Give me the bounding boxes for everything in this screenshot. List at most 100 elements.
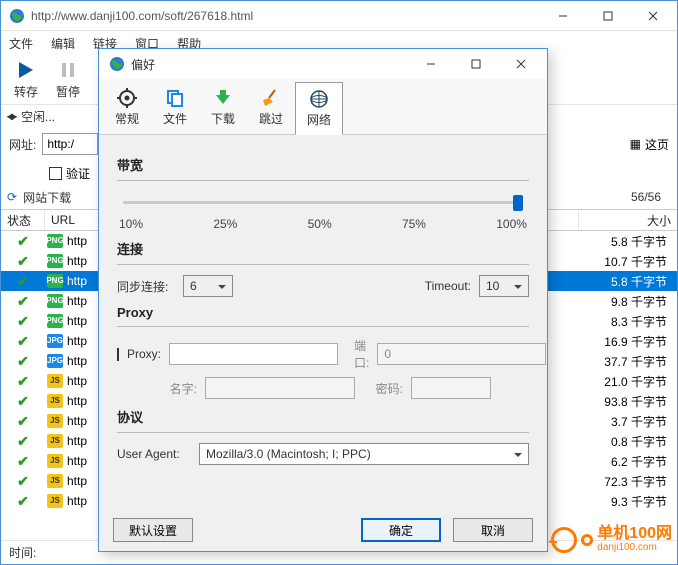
watermark-brand: 单机100网 <box>597 526 672 542</box>
col-status[interactable]: 状态 <box>1 210 45 230</box>
timeout-label: Timeout: <box>425 279 471 293</box>
col-size[interactable]: 大小 <box>579 210 677 230</box>
cancel-button[interactable]: 取消 <box>453 518 533 542</box>
tab-file[interactable]: 文件 <box>151 81 199 134</box>
dialog-minimize-button[interactable] <box>408 50 453 79</box>
status-cell: ✔ <box>1 493 45 510</box>
sync-select[interactable]: 6 <box>183 275 233 297</box>
check-icon: ✔ <box>17 493 29 510</box>
watermark: 单机100网 danji100.com <box>551 526 672 553</box>
tab-general[interactable]: 常规 <box>103 81 151 134</box>
status-cell: ✔ <box>1 273 45 290</box>
dialog-maximize-button[interactable] <box>453 50 498 79</box>
close-button[interactable] <box>630 1 675 30</box>
status-cell: ✔ <box>1 293 45 310</box>
png-icon: PNG <box>47 234 63 248</box>
tab-network-label: 网络 <box>307 111 331 128</box>
main-titlebar: http://www.danji100.com/soft/267618.html <box>1 1 677 31</box>
status-cell: ✔ <box>1 473 45 490</box>
defaults-button[interactable]: 默认设置 <box>113 518 193 542</box>
status-cell: ✔ <box>1 453 45 470</box>
size-cell: 3.7 千字节 <box>579 413 677 430</box>
png-icon: PNG <box>47 254 63 268</box>
globe-icon <box>9 8 25 24</box>
size-cell: 9.3 千字节 <box>579 493 677 510</box>
refresh-icon[interactable]: ⟳ <box>7 190 17 204</box>
watermark-domain: danji100.com <box>597 542 672 553</box>
proxy-checkbox[interactable] <box>117 348 119 361</box>
size-cell: 5.8 千字节 <box>579 233 677 250</box>
menu-edit[interactable]: 编辑 <box>51 35 75 52</box>
ok-button[interactable]: 确定 <box>361 518 441 542</box>
js-icon: JS <box>47 374 63 388</box>
bandwidth-slider[interactable] <box>123 191 523 215</box>
size-cell: 72.3 千字节 <box>579 473 677 490</box>
check-icon: ✔ <box>17 453 29 470</box>
js-icon: JS <box>47 454 63 468</box>
address-label: 网址: <box>9 136 36 153</box>
js-icon: JS <box>47 414 63 428</box>
check-icon: ✔ <box>17 413 29 430</box>
tab-skip[interactable]: 跳过 <box>247 81 295 134</box>
gear-icon <box>117 88 137 108</box>
size-cell: 5.8 千字节 <box>579 273 677 290</box>
status-cell: ✔ <box>1 253 45 270</box>
url-text: http <box>67 474 87 488</box>
pause-button[interactable]: 暂停 <box>49 59 87 100</box>
preferences-dialog: 偏好 常规 文件 下载 跳过 网络 带宽 <box>98 48 548 552</box>
slider-label-100: 100% <box>496 217 527 231</box>
url-text: http <box>67 234 87 248</box>
url-text: http <box>67 314 87 328</box>
download-icon <box>213 88 233 108</box>
dialog-titlebar: 偏好 <box>99 49 547 79</box>
save-button[interactable]: 转存 <box>7 59 45 100</box>
connection-title: 连接 <box>117 239 529 258</box>
verify-checkbox[interactable] <box>49 167 62 180</box>
globe-icon <box>109 56 125 72</box>
tab-skip-label: 跳过 <box>259 110 283 127</box>
save-label: 转存 <box>14 83 38 100</box>
expand-icon[interactable]: ◂▸ <box>7 109 15 123</box>
png-icon: PNG <box>47 294 63 308</box>
proxy-pass-input[interactable] <box>411 377 491 399</box>
size-cell: 21.0 千字节 <box>579 373 677 390</box>
minimize-button[interactable] <box>540 1 585 30</box>
menu-file[interactable]: 文件 <box>9 35 33 52</box>
status-cell: ✔ <box>1 333 45 350</box>
address-input[interactable] <box>42 133 98 155</box>
tab-network[interactable]: 网络 <box>295 82 343 135</box>
proxy-port-input[interactable] <box>377 343 546 365</box>
proxy-name-input[interactable] <box>205 377 355 399</box>
slider-label-75: 75% <box>402 217 426 231</box>
size-cell: 8.3 千字节 <box>579 313 677 330</box>
slider-label-25: 25% <box>213 217 237 231</box>
tab-download[interactable]: 下载 <box>199 81 247 134</box>
status-idle: 空闲... <box>21 108 55 125</box>
jpg-icon: JPG <box>47 334 63 348</box>
proxy-host-input[interactable] <box>169 343 338 365</box>
page-scope-icon: ▦ <box>630 137 641 151</box>
status-cell: ✔ <box>1 313 45 330</box>
url-text: http <box>67 394 87 408</box>
timeout-select[interactable]: 10 <box>479 275 529 297</box>
url-text: http <box>67 494 87 508</box>
ua-label: User Agent: <box>117 447 191 461</box>
slider-thumb[interactable] <box>513 195 523 211</box>
network-icon <box>309 89 329 109</box>
check-icon: ✔ <box>17 353 29 370</box>
dialog-close-button[interactable] <box>498 50 543 79</box>
protocol-title: 协议 <box>117 407 529 426</box>
size-cell: 10.7 千字节 <box>579 253 677 270</box>
watermark-logo <box>551 527 577 553</box>
tab-file-label: 文件 <box>163 110 187 127</box>
url-text: http <box>67 294 87 308</box>
ua-select[interactable]: Mozilla/3.0 (Macintosh; I; PPC) <box>199 443 529 465</box>
url-text: http <box>67 434 87 448</box>
maximize-button[interactable] <box>585 1 630 30</box>
proxy-label: Proxy: <box>127 347 161 361</box>
js-icon: JS <box>47 474 63 488</box>
page-scope-label: 这页 <box>645 136 669 153</box>
address-url: http://www.danji100.com/soft/267618.html <box>31 9 540 23</box>
size-cell: 0.8 千字节 <box>579 433 677 450</box>
url-text: http <box>67 414 87 428</box>
